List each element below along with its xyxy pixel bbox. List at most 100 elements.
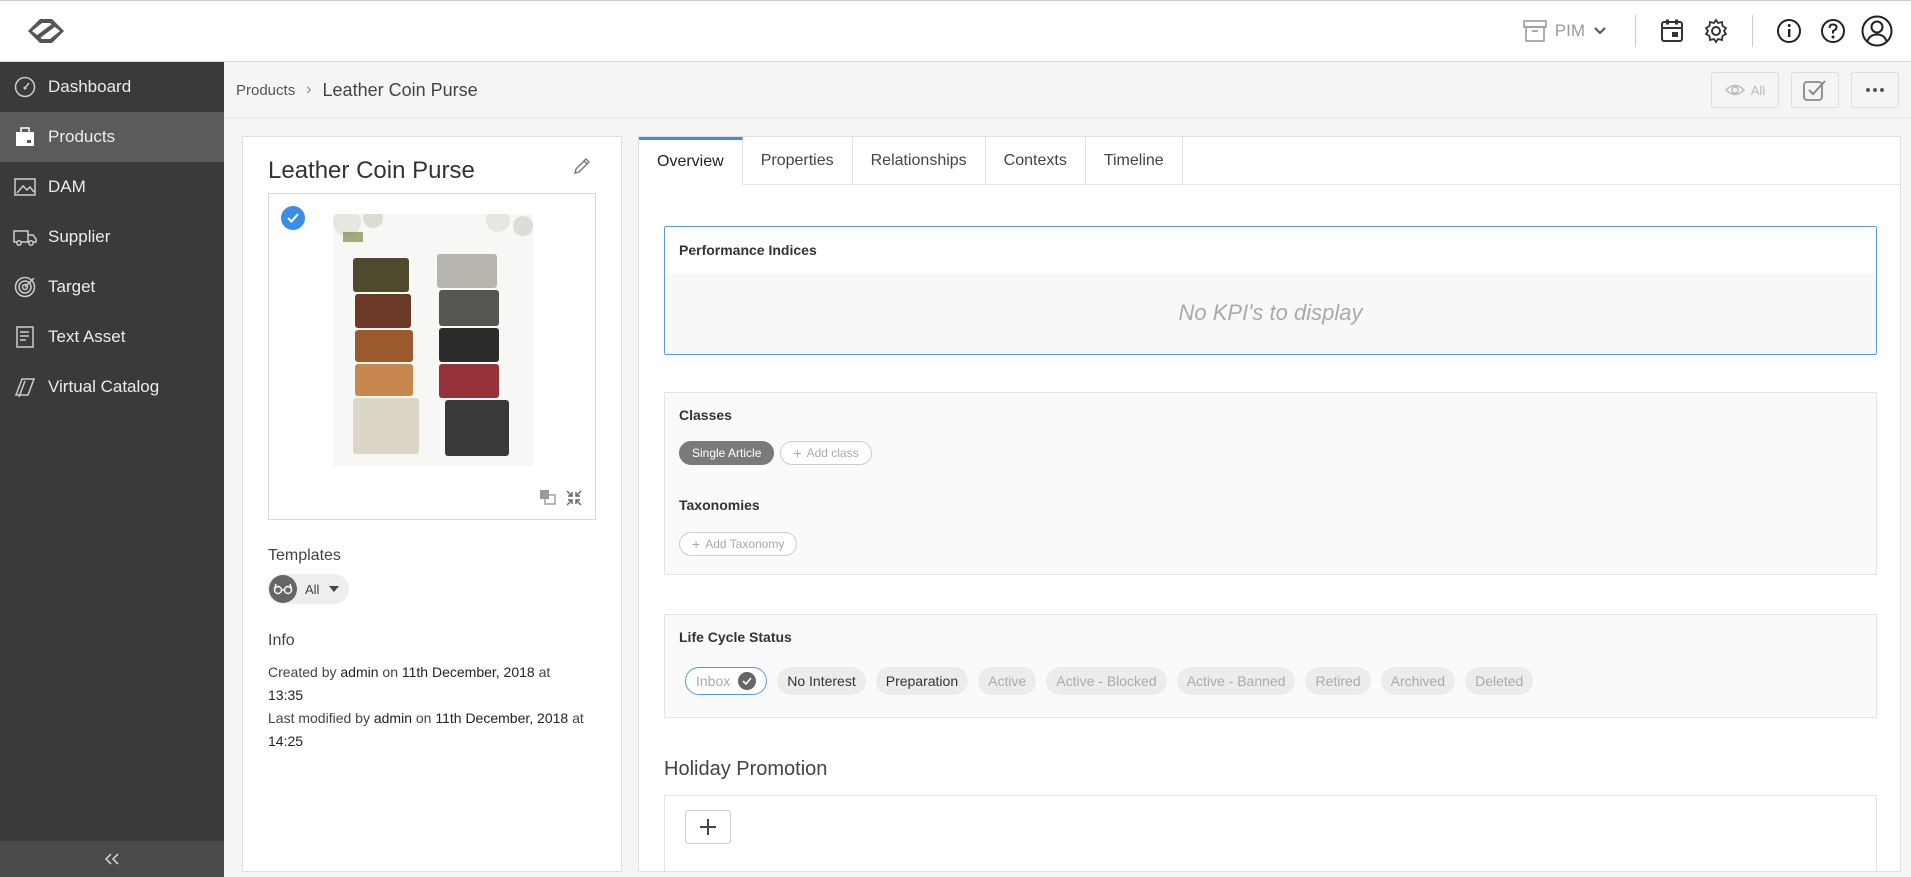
add-promotion-button[interactable] xyxy=(685,810,731,844)
user-menu-button[interactable] xyxy=(1860,14,1894,48)
more-options-button[interactable] xyxy=(1851,72,1899,108)
breadcrumb-current: Leather Coin Purse xyxy=(322,79,478,100)
help-icon xyxy=(1821,19,1845,43)
sidebar-item-label: DAM xyxy=(48,177,86,196)
info-button[interactable] xyxy=(1772,14,1806,48)
product-image xyxy=(333,208,533,466)
top-bar: PIM xyxy=(0,0,1911,62)
sidebar-item-virtual-catalog[interactable]: Virtual Catalog xyxy=(0,362,224,412)
calendar-icon xyxy=(1661,19,1683,42)
created-user: admin xyxy=(340,664,379,680)
view-filter-label: All xyxy=(1750,82,1766,98)
product-info: Created by admin on 11th December, 2018 … xyxy=(268,661,588,753)
lifecycle-status-active-banned[interactable]: Active - Banned xyxy=(1176,667,1296,695)
approve-button[interactable] xyxy=(1791,72,1839,108)
modified-user: admin xyxy=(373,710,412,726)
check-circle-icon xyxy=(1803,80,1826,101)
modified-time: 14:25 xyxy=(268,733,304,749)
info-heading: Info xyxy=(268,632,295,649)
templates-heading: Templates xyxy=(268,547,341,564)
modified-prefix: Last modified by xyxy=(268,710,370,726)
created-time: 13:35 xyxy=(268,687,304,703)
products-icon xyxy=(12,124,38,150)
edit-title-button[interactable] xyxy=(573,157,591,180)
holiday-promotion-title: Holiday Promotion xyxy=(664,758,828,780)
created-prefix: Created by xyxy=(268,664,337,680)
user-icon xyxy=(1861,15,1893,47)
add-taxonomy-button[interactable]: + Add Taxonomy xyxy=(679,532,798,556)
tab-contexts[interactable]: Contexts xyxy=(985,137,1086,185)
logo-icon[interactable] xyxy=(20,11,72,51)
plus-icon xyxy=(700,819,716,835)
modified-date: 11th December, 2018 xyxy=(435,710,569,726)
template-label: All xyxy=(305,581,320,597)
module-switcher[interactable]: PIM xyxy=(1522,20,1621,42)
product-image-frame[interactable] xyxy=(268,193,596,520)
breadcrumb: Products › Leather Coin Purse xyxy=(236,62,478,118)
lifecycle-title: Life Cycle Status xyxy=(679,629,792,645)
sidebar-item-label: Target xyxy=(48,277,96,296)
pencil-icon xyxy=(574,158,590,174)
sidebar-item-products[interactable]: Products xyxy=(0,112,224,162)
add-class-label: Add class xyxy=(806,446,859,460)
modified-at: at xyxy=(572,710,584,726)
target-icon xyxy=(12,274,38,300)
product-summary-panel: Leather Coin Purse Templates All Info Cr… xyxy=(242,136,622,872)
collapse-sidebar-button[interactable] xyxy=(0,841,224,877)
sidebar-item-label: Supplier xyxy=(48,227,111,246)
sidebar-item-label: Dashboard xyxy=(48,77,132,96)
sidebar-item-dam[interactable]: DAM xyxy=(0,162,224,212)
calendar-button[interactable] xyxy=(1655,14,1689,48)
tab-bar: Overview Properties Relationships Contex… xyxy=(639,137,1183,185)
sidebar-item-label: Virtual Catalog xyxy=(48,377,160,396)
class-chip[interactable]: Single Article xyxy=(679,441,775,465)
sidebar-item-target[interactable]: Target xyxy=(0,262,224,312)
sidebar-item-supplier[interactable]: Supplier xyxy=(0,212,224,262)
copy-icon[interactable] xyxy=(539,489,557,505)
lifecycle-status-inbox[interactable]: Inbox xyxy=(685,667,768,695)
collapse-icon[interactable] xyxy=(565,489,583,507)
plus-icon: + xyxy=(692,536,701,552)
settings-button[interactable] xyxy=(1699,14,1733,48)
taxonomies-title: Taxonomies xyxy=(679,497,760,513)
selected-check-icon[interactable] xyxy=(281,206,305,230)
modified-on: on xyxy=(415,710,432,726)
sidebar-item-label: Text Asset xyxy=(48,327,126,346)
divider xyxy=(1635,15,1636,47)
help-button[interactable] xyxy=(1816,14,1850,48)
template-selector[interactable]: All xyxy=(268,574,350,604)
classes-title: Classes xyxy=(679,407,732,423)
info-icon xyxy=(1777,19,1801,43)
tab-timeline[interactable]: Timeline xyxy=(1085,137,1183,185)
lifecycle-status-card: Life Cycle Status Inbox No Interest Prep… xyxy=(664,614,1877,718)
sidebar-item-text-asset[interactable]: Text Asset xyxy=(0,312,224,362)
archive-icon xyxy=(1522,20,1547,42)
product-detail-panel: Overview Properties Relationships Contex… xyxy=(638,136,1901,872)
breadcrumb-separator: › xyxy=(306,81,312,98)
sidebar-item-dashboard[interactable]: Dashboard xyxy=(0,62,224,112)
tab-overview[interactable]: Overview xyxy=(639,137,743,185)
lifecycle-status-active-blocked[interactable]: Active - Blocked xyxy=(1046,667,1167,695)
breadcrumb-products-link[interactable]: Products xyxy=(236,82,295,99)
performance-indices-title: Performance Indices xyxy=(679,242,817,258)
catalog-icon xyxy=(12,374,38,400)
lifecycle-status-preparation[interactable]: Preparation xyxy=(875,667,969,695)
breadcrumb-bar: Products › Leather Coin Purse All xyxy=(224,62,1911,118)
gear-icon xyxy=(1704,18,1728,44)
lifecycle-status-archived[interactable]: Archived xyxy=(1380,667,1456,695)
image-icon xyxy=(12,174,38,200)
view-filter-button[interactable]: All xyxy=(1711,72,1779,108)
add-class-button[interactable]: + Add class xyxy=(780,441,872,465)
lifecycle-status-no-interest[interactable]: No Interest xyxy=(777,667,866,695)
created-date: 11th December, 2018 xyxy=(401,664,535,680)
lifecycle-status-deleted[interactable]: Deleted xyxy=(1465,667,1534,695)
truck-icon xyxy=(12,224,38,250)
lifecycle-status-retired[interactable]: Retired xyxy=(1305,667,1371,695)
plus-icon: + xyxy=(793,445,802,461)
eye-icon xyxy=(1724,84,1745,96)
tab-relationships[interactable]: Relationships xyxy=(852,137,986,185)
add-taxonomy-label: Add Taxonomy xyxy=(705,537,785,551)
lifecycle-status-active[interactable]: Active xyxy=(978,667,1037,695)
tab-properties[interactable]: Properties xyxy=(742,137,853,185)
divider xyxy=(1752,15,1753,47)
